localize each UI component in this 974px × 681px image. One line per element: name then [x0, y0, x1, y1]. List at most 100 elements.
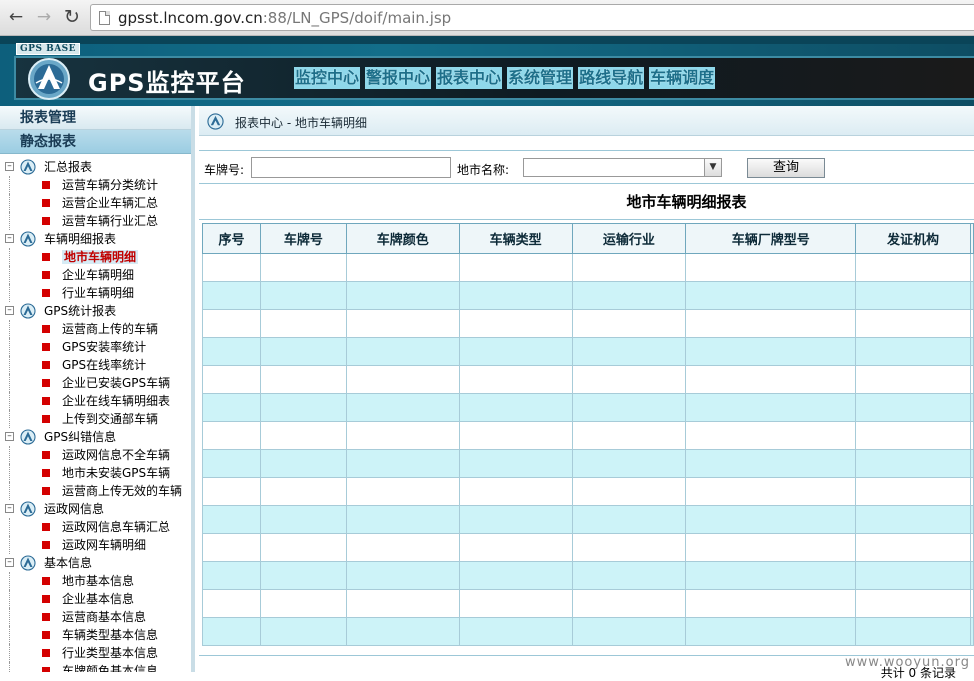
tree-item[interactable]: 运政网信息不全车辆 — [0, 446, 191, 464]
folder-logo-icon — [20, 231, 36, 247]
tree-line — [9, 464, 10, 482]
tree-item[interactable]: 运营企业车辆汇总 — [0, 194, 191, 212]
gps-logo-icon — [26, 56, 72, 102]
menu-monitor-center[interactable]: 监控中心 — [294, 67, 360, 89]
table-cell — [260, 618, 346, 646]
collapse-toggle-icon[interactable]: – — [5, 432, 14, 441]
table-cell — [686, 282, 856, 310]
table-cell — [459, 590, 572, 618]
table-row — [203, 394, 974, 422]
table-cell — [856, 338, 971, 366]
table-cell — [346, 506, 459, 534]
tree-item[interactable]: 地市未安装GPS车辆 — [0, 464, 191, 482]
back-arrow-icon[interactable]: ← — [5, 6, 27, 28]
table-row — [203, 590, 974, 618]
table-cell — [572, 310, 686, 338]
tree-item-label: 运政网车辆明细 — [62, 538, 146, 552]
tree-item-label: 行业车辆明细 — [62, 286, 134, 300]
table-cell — [686, 366, 856, 394]
tree-item[interactable]: 运政网车辆明细 — [0, 536, 191, 554]
sidebar-header[interactable]: 报表管理 — [0, 106, 191, 130]
square-bullet-icon — [42, 253, 50, 261]
collapse-toggle-icon[interactable]: – — [5, 162, 14, 171]
tree-item[interactable]: 行业类型基本信息 — [0, 644, 191, 662]
folder-logo-icon — [20, 159, 36, 175]
tree-item[interactable]: 地市车辆明细 — [0, 248, 191, 266]
tree-group[interactable]: – 运政网信息 — [0, 500, 191, 518]
tree-line — [9, 338, 10, 356]
table-cell — [260, 310, 346, 338]
tree-item[interactable]: 企业车辆明细 — [0, 266, 191, 284]
collapse-toggle-icon[interactable]: – — [5, 504, 14, 513]
reload-icon[interactable]: ↻ — [61, 6, 83, 28]
square-bullet-icon — [42, 667, 50, 672]
table-cell — [686, 422, 856, 450]
tree-line — [9, 482, 10, 500]
tree-group[interactable]: –GPS纠错信息 — [0, 428, 191, 446]
table-cell — [346, 338, 459, 366]
square-bullet-icon — [42, 343, 50, 351]
tree-item[interactable]: 企业基本信息 — [0, 590, 191, 608]
tree-group[interactable]: –车辆明细报表 — [0, 230, 191, 248]
tree-item[interactable]: 运营商基本信息 — [0, 608, 191, 626]
menu-report-center[interactable]: 报表中心 — [436, 67, 502, 89]
table-cell — [572, 394, 686, 422]
table-cell — [572, 618, 686, 646]
table-cell — [970, 590, 973, 618]
app-banner: GPS BASE GPS监控平台 监控中心 警报中心 报表中心 系统管理 路线导… — [0, 36, 974, 106]
tree-item[interactable]: 车辆类型基本信息 — [0, 626, 191, 644]
city-select[interactable]: ▼ — [523, 158, 722, 177]
tree-item-label: 地市未安装GPS车辆 — [62, 466, 170, 480]
tree-item[interactable]: 上传到交通部车辆 — [0, 410, 191, 428]
forward-arrow-icon[interactable]: → — [33, 6, 55, 28]
sidebar-section[interactable]: 静态报表 — [0, 130, 191, 154]
collapse-toggle-icon[interactable]: – — [5, 234, 14, 243]
menu-route-navigation[interactable]: 路线导航 — [578, 67, 644, 89]
tree-group-label: 运政网信息 — [44, 502, 104, 516]
table-cell — [459, 282, 572, 310]
table-cell — [970, 282, 973, 310]
tree-item[interactable]: 运营车辆分类统计 — [0, 176, 191, 194]
query-button[interactable]: 查询 — [747, 158, 825, 178]
tree-item[interactable]: 企业已安装GPS车辆 — [0, 374, 191, 392]
folder-logo-icon — [20, 501, 36, 517]
tree-item[interactable]: 车牌颜色基本信息 — [0, 662, 191, 672]
chevron-down-icon[interactable]: ▼ — [704, 159, 721, 176]
tree-line — [9, 194, 10, 212]
collapse-toggle-icon[interactable]: – — [5, 306, 14, 315]
tree-item[interactable]: 运营商上传的车辆 — [0, 320, 191, 338]
tree-item[interactable]: GPS在线率统计 — [0, 356, 191, 374]
tree-group[interactable]: –汇总报表 — [0, 158, 191, 176]
address-bar[interactable]: gpsst.lncom.gov.cn:88/LN_GPS/doif/main.j… — [90, 4, 974, 31]
column-header-edge — [970, 224, 973, 254]
table-cell — [856, 618, 971, 646]
tree-item[interactable]: 运政网信息车辆汇总 — [0, 518, 191, 536]
tree-item[interactable]: 行业车辆明细 — [0, 284, 191, 302]
main-panel: 报表中心 - 地市车辆明细 车牌号: 地市名称: ▼ 查询 地市车辆明细报表 序… — [199, 106, 974, 672]
table-cell — [856, 394, 971, 422]
menu-system-management[interactable]: 系统管理 — [507, 67, 573, 89]
watermark: www.wooyun.org — [845, 655, 970, 670]
tree-group[interactable]: –GPS统计报表 — [0, 302, 191, 320]
tree-item[interactable]: GPS安装率统计 — [0, 338, 191, 356]
menu-alarm-center[interactable]: 警报中心 — [365, 67, 431, 89]
square-bullet-icon — [42, 451, 50, 459]
tree-group[interactable]: –基本信息 — [0, 554, 191, 572]
table-cell — [260, 422, 346, 450]
square-bullet-icon — [42, 577, 50, 585]
table-cell — [856, 366, 971, 394]
table-cell — [970, 534, 973, 562]
tree-item[interactable]: 企业在线车辆明细表 — [0, 392, 191, 410]
collapse-toggle-icon[interactable]: – — [5, 558, 14, 567]
table-cell — [970, 254, 973, 282]
table-row — [203, 506, 974, 534]
square-bullet-icon — [42, 487, 50, 495]
plate-input[interactable] — [251, 157, 451, 178]
tree-item[interactable]: 运营商上传无效的车辆 — [0, 482, 191, 500]
table-row — [203, 310, 974, 338]
tree-item[interactable]: 运营车辆行业汇总 — [0, 212, 191, 230]
tree-item[interactable]: 地市基本信息 — [0, 572, 191, 590]
table-row — [203, 254, 974, 282]
table-cell — [686, 562, 856, 590]
menu-vehicle-dispatch[interactable]: 车辆调度 — [649, 67, 715, 89]
